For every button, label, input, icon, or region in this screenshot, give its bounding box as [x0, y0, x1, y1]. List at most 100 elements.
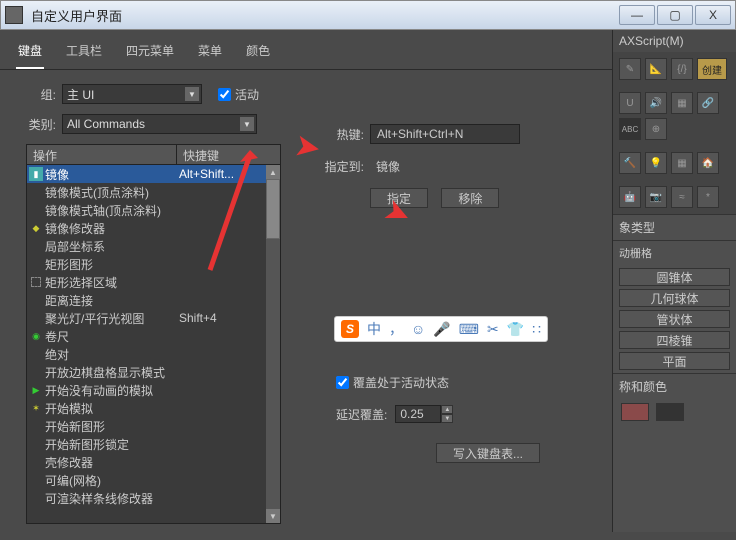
scrollbar[interactable]: ▲ ▼: [266, 165, 280, 523]
item-label: 矩形选择区域: [45, 274, 117, 291]
item-label: 绝对: [45, 346, 69, 363]
tab-colors[interactable]: 颜色: [244, 38, 272, 69]
list-header: 操作 快捷键: [27, 145, 280, 165]
list-item[interactable]: 可编(网格): [27, 471, 280, 489]
shape-pyramid-button[interactable]: 四棱锥: [619, 331, 730, 349]
list-item[interactable]: 镜像模式(顶点涂料): [27, 183, 280, 201]
item-label: 可编(网格): [45, 472, 101, 489]
delay-value[interactable]: 0.25: [395, 405, 441, 423]
hammer-icon[interactable]: 🔨: [619, 152, 641, 174]
ime-zhong[interactable]: 中: [367, 319, 381, 339]
sound-icon[interactable]: 🔊: [645, 92, 667, 114]
list-item[interactable]: 开始新图形: [27, 417, 280, 435]
ime-emoji-icon[interactable]: ☺: [411, 321, 425, 337]
scroll-thumb[interactable]: [266, 179, 280, 239]
list-item[interactable]: 开放边棋盘格显示模式: [27, 363, 280, 381]
minimize-button[interactable]: —: [619, 5, 655, 25]
wave-icon[interactable]: ≈: [671, 186, 693, 208]
tool-icon[interactable]: {/}: [671, 58, 693, 80]
list-item[interactable]: 可渲染样条线修改器: [27, 489, 280, 507]
biped-icon[interactable]: 🤖: [619, 186, 641, 208]
display-icon[interactable]: ▦: [671, 152, 693, 174]
create-button[interactable]: 创建: [697, 58, 727, 80]
color-swatch[interactable]: [621, 403, 649, 421]
shape-tube-button[interactable]: 管状体: [619, 310, 730, 328]
list-item[interactable]: ▶开始没有动画的模拟: [27, 381, 280, 399]
list-item[interactable]: ◉卷尺: [27, 327, 280, 345]
maximize-button[interactable]: ▢: [657, 5, 693, 25]
list-item[interactable]: 开始新图形锁定: [27, 435, 280, 453]
name-color-header: 称和颜色: [613, 373, 736, 399]
magnet-icon[interactable]: U: [619, 92, 641, 114]
ime-keyboard-icon[interactable]: ⌨: [459, 321, 479, 338]
ime-toolbar[interactable]: S 中 ， ☺ 🎤 ⌨ ✂ 👕 ∷: [334, 316, 548, 342]
override-check-input[interactable]: [336, 376, 349, 389]
col-shortcut[interactable]: 快捷键: [177, 145, 280, 164]
list-item[interactable]: 镜像模式轴(顶点涂料): [27, 201, 280, 219]
write-keyboard-button[interactable]: 写入键盘表...: [436, 443, 540, 463]
tab-toolbars[interactable]: 工具栏: [64, 38, 104, 69]
grid-icon[interactable]: ▦: [671, 92, 693, 114]
tab-menus[interactable]: 菜单: [196, 38, 224, 69]
tab-quads[interactable]: 四元菜单: [124, 38, 176, 69]
camera-icon[interactable]: 📷: [645, 186, 667, 208]
item-label: 壳修改器: [45, 454, 93, 471]
toolbar-row2: U 🔊 ▦ 🔗 ABC ⊕: [613, 86, 736, 146]
list-item[interactable]: ▮镜像Alt+Shift...: [27, 165, 280, 183]
link-icon[interactable]: 🔗: [697, 92, 719, 114]
list-item[interactable]: 矩形选择区域: [27, 273, 280, 291]
spinner-up-icon[interactable]: ▲: [441, 405, 453, 414]
star-icon[interactable]: *: [697, 186, 719, 208]
group-combo[interactable]: 主 UI ▼: [62, 84, 202, 104]
light-icon[interactable]: 💡: [645, 152, 667, 174]
item-shortcut: Alt+Shift...: [175, 167, 278, 181]
tool-icon[interactable]: ✎: [619, 58, 641, 80]
shape-plane-button[interactable]: 平面: [619, 352, 730, 370]
group-label: 组:: [16, 86, 56, 103]
active-check-input[interactable]: [218, 88, 231, 101]
item-label: 矩形图形: [45, 256, 93, 273]
tool-icon[interactable]: 📐: [645, 58, 667, 80]
scroll-up-icon[interactable]: ▲: [266, 165, 280, 179]
category-combo[interactable]: All Commands ▼: [62, 114, 257, 134]
hotkey-label: 热键:: [296, 126, 364, 143]
tab-keyboard[interactable]: 键盘: [16, 38, 44, 69]
shape-geosphere-button[interactable]: 几何球体: [619, 289, 730, 307]
list-item[interactable]: 壳修改器: [27, 453, 280, 471]
shape-cone-button[interactable]: 圆锥体: [619, 268, 730, 286]
list-item[interactable]: ✶开始模拟: [27, 399, 280, 417]
ime-punct-icon[interactable]: ，: [389, 319, 403, 339]
item-label: 局部坐标系: [45, 238, 105, 255]
hotkey-input[interactable]: Alt+Shift+Ctrl+N: [370, 124, 520, 144]
item-shortcut: Shift+4: [175, 311, 278, 325]
list-item[interactable]: 聚光灯/平行光视图Shift+4: [27, 309, 280, 327]
ime-more-icon[interactable]: ∷: [532, 321, 541, 338]
close-button[interactable]: X: [695, 5, 731, 25]
spinner-down-icon[interactable]: ▼: [441, 414, 453, 423]
plus-icon[interactable]: ⊕: [645, 118, 667, 140]
list-item[interactable]: ◆镜像修改器: [27, 219, 280, 237]
home-icon[interactable]: 🏠: [697, 152, 719, 174]
active-checkbox[interactable]: 活动: [218, 86, 259, 103]
assign-button[interactable]: 指定: [370, 188, 428, 208]
override-checkbox[interactable]: 覆盖处于活动状态: [336, 374, 550, 391]
chevron-down-icon: ▼: [240, 117, 254, 131]
ime-skin-icon[interactable]: 👕: [507, 321, 524, 338]
remove-button[interactable]: 移除: [441, 188, 499, 208]
maxscript-menu[interactable]: AXScript(M): [613, 30, 736, 52]
list-item[interactable]: 距离连接: [27, 291, 280, 309]
ime-voice-icon[interactable]: 🎤: [433, 321, 450, 338]
item-label: 距离连接: [45, 292, 93, 309]
scroll-down-icon[interactable]: ▼: [266, 509, 280, 523]
list-item[interactable]: 矩形图形: [27, 255, 280, 273]
list-item[interactable]: 局部坐标系: [27, 237, 280, 255]
color-swatch[interactable]: [656, 403, 684, 421]
abc-icon[interactable]: ABC: [619, 118, 641, 140]
delay-spinner[interactable]: 0.25 ▲ ▼: [395, 405, 453, 423]
item-label: 开始新图形: [45, 418, 105, 435]
list-item[interactable]: 绝对: [27, 345, 280, 363]
ime-scissors-icon[interactable]: ✂: [487, 321, 499, 338]
group-value: 主 UI: [67, 86, 94, 103]
col-action[interactable]: 操作: [27, 145, 177, 164]
sogou-icon[interactable]: S: [341, 320, 359, 338]
